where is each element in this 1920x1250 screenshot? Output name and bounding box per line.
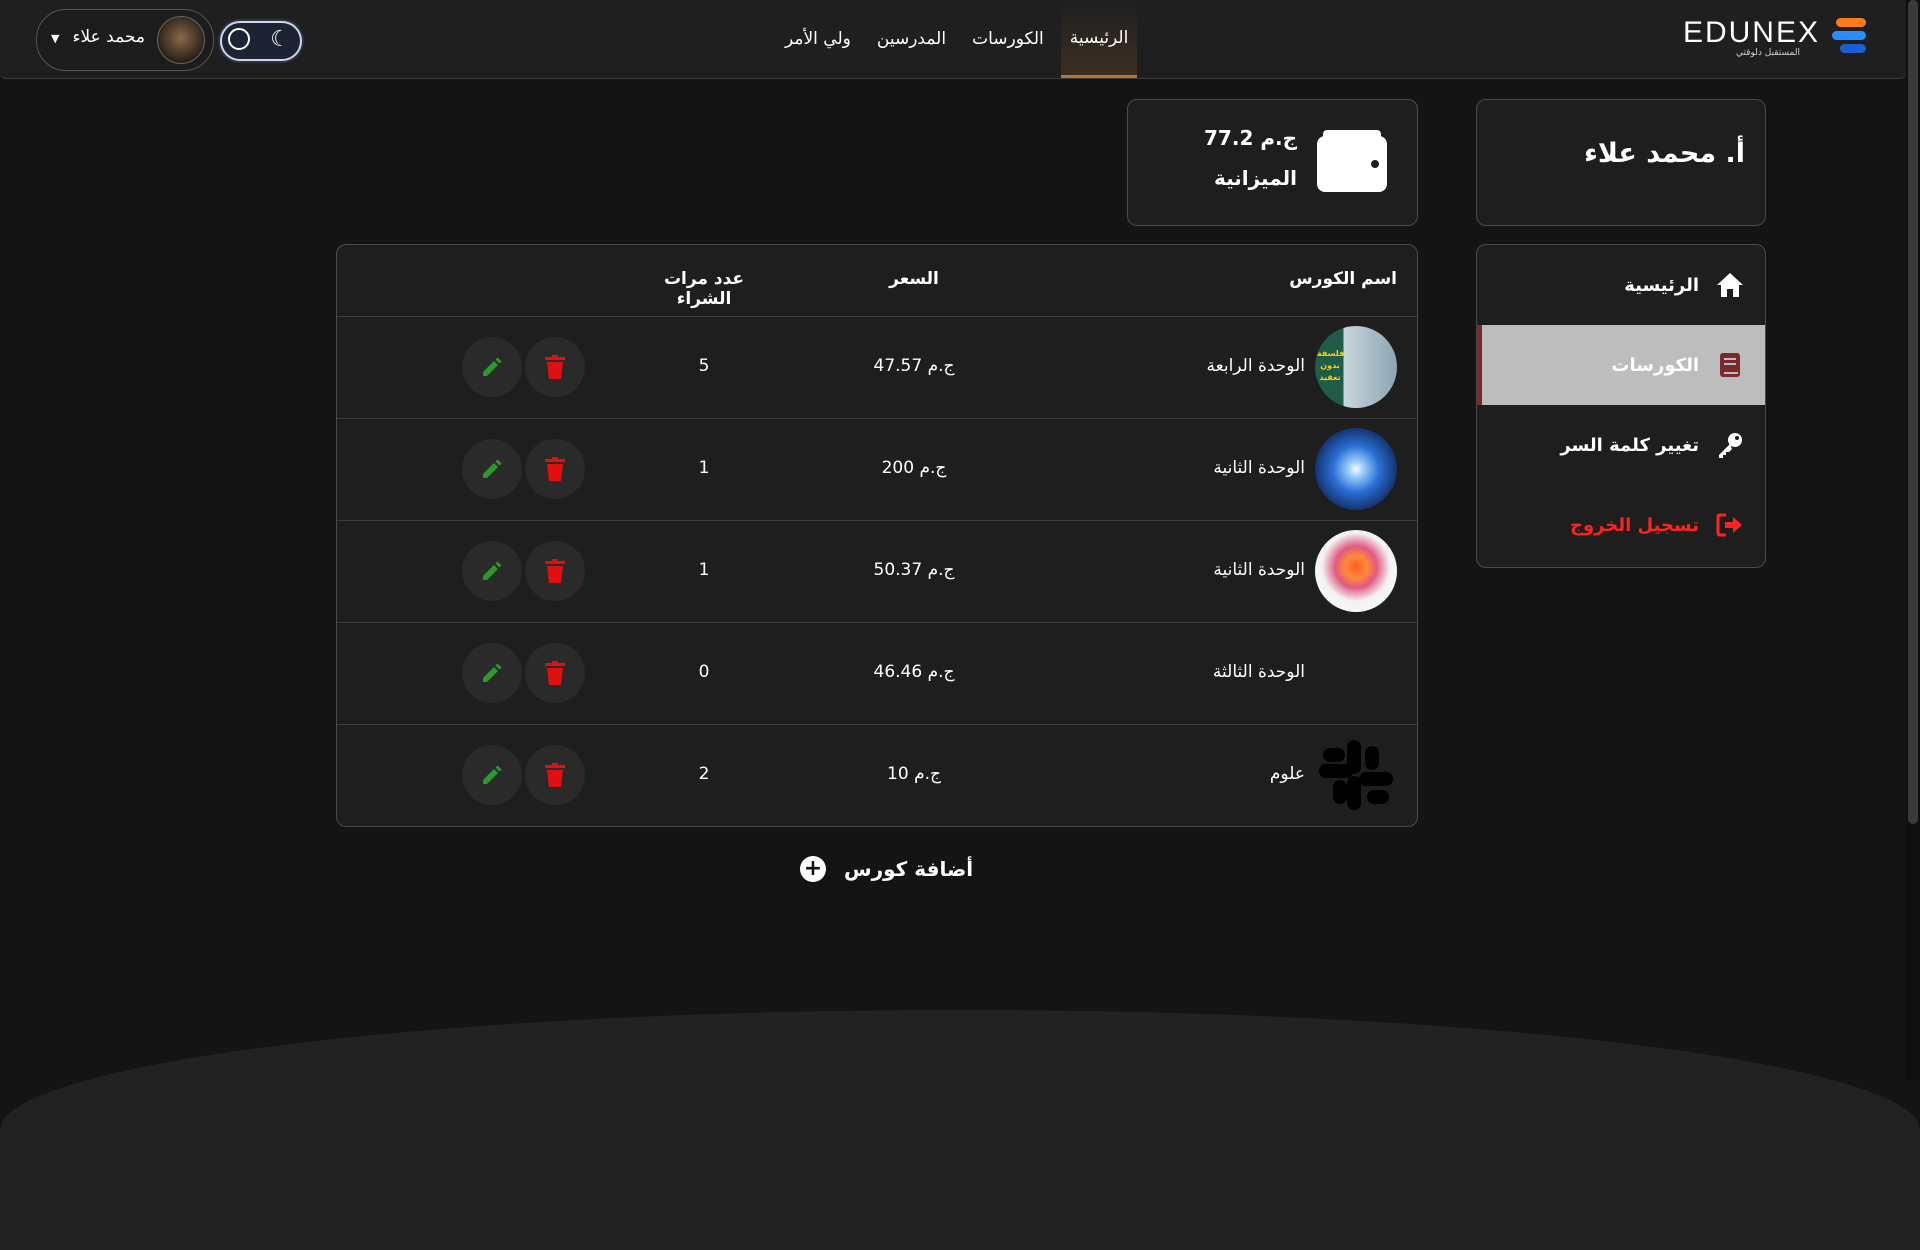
- table-header: اسم الكورس السعر عدد مرات الشراء: [337, 245, 1417, 317]
- table-row: علوم 10 ج.م 2: [337, 724, 1417, 826]
- course-thumbnail: [1315, 428, 1397, 510]
- purchase-count: 1: [698, 560, 710, 580]
- nav-home[interactable]: الرئيسية: [1060, 0, 1138, 78]
- table-row: الوحدة الثانية 200 ج.م 1: [337, 418, 1417, 521]
- trash-icon: [545, 763, 565, 787]
- course-name: الوحدة الرابعة: [1206, 356, 1305, 376]
- course-thumbnail: [1315, 530, 1397, 612]
- nav-teachers[interactable]: المدرسين: [868, 0, 955, 78]
- logo[interactable]: EDUNEX المستقبل دلوقتي: [1666, 14, 1866, 62]
- logo-wordmark: EDUNEX: [1682, 16, 1820, 49]
- menu-item-courses[interactable]: الكورسات: [1477, 325, 1765, 405]
- course-name: الوحدة الثانية: [1213, 560, 1305, 580]
- header-course-name: اسم الكورس: [1289, 269, 1397, 289]
- edit-button[interactable]: [462, 541, 522, 601]
- trash-icon: [545, 457, 565, 481]
- course-name: الوحدة الثانية: [1213, 458, 1305, 478]
- scrollbar-thumb[interactable]: [1908, 0, 1918, 824]
- user-name: محمد علاء: [72, 27, 145, 47]
- pencil-icon: [483, 459, 502, 478]
- profile-card: أ. محمد علاء: [1476, 99, 1766, 226]
- trash-icon: [545, 355, 565, 379]
- trash-icon: [545, 661, 565, 685]
- purchase-count: 0: [698, 662, 710, 682]
- edit-button[interactable]: [462, 643, 522, 703]
- menu-item-label: تسجيل الخروج: [1570, 514, 1699, 536]
- moon-icon: ☾: [270, 27, 290, 52]
- pencil-icon: [483, 663, 502, 682]
- logout-icon: [1715, 510, 1745, 540]
- user-menu[interactable]: محمد علاء ▼: [36, 9, 214, 71]
- pencil-icon: [483, 561, 502, 580]
- courses-table: اسم الكورس السعر عدد مرات الشراء فلسفة ب…: [336, 244, 1418, 827]
- pencil-icon: [483, 357, 502, 376]
- wallet-card: 77.2 ج.م الميزانية: [1127, 99, 1418, 226]
- add-course-label: أضافة كورس: [844, 857, 974, 881]
- pencil-icon: [483, 765, 502, 784]
- table-row: الوحدة الثالثة 46.46 ج.م 0: [337, 622, 1417, 725]
- plus-icon: +: [800, 856, 826, 882]
- main-nav: الرئيسية الكورسات المدرسين ولي الأمر: [772, 0, 1141, 78]
- logo-mark-icon: [1832, 18, 1866, 54]
- profile-name: أ. محمد علاء: [1584, 138, 1745, 169]
- theme-toggle[interactable]: ☾: [220, 21, 302, 61]
- wallet-amount: 77.2 ج.م: [1204, 126, 1297, 150]
- nav-parent[interactable]: ولي الأمر: [776, 0, 860, 78]
- book-icon: [1715, 350, 1745, 380]
- edit-button[interactable]: [462, 439, 522, 499]
- menu-item-label: الرئيسية: [1624, 274, 1699, 296]
- menu-item-label: تغيير كلمة السر: [1560, 434, 1699, 456]
- avatar: [157, 16, 205, 64]
- header-purchases: عدد مرات الشراء: [663, 269, 745, 309]
- course-price: 50.37 ج.م: [873, 560, 955, 580]
- wallet-icon: [1317, 130, 1387, 192]
- wallet-label: الميزانية: [1213, 166, 1297, 190]
- course-price: 47.57 ج.م: [873, 356, 955, 376]
- home-icon: [1715, 270, 1745, 300]
- trash-icon: [545, 559, 565, 583]
- toggle-knob: [228, 28, 250, 50]
- delete-button[interactable]: [525, 541, 585, 601]
- delete-button[interactable]: [525, 745, 585, 805]
- purchase-count: 2: [698, 764, 710, 784]
- menu-item-logout[interactable]: تسجيل الخروج: [1477, 485, 1765, 565]
- key-icon: [1715, 430, 1745, 460]
- course-thumbnail: فلسفة بدون تعقيد: [1315, 326, 1397, 408]
- thumbnail-caption: فلسفة بدون تعقيد: [1317, 349, 1345, 382]
- slack-logo-icon: [1315, 734, 1397, 816]
- footer-wave: [0, 1010, 1920, 1250]
- course-price: 10 ج.م: [887, 764, 941, 784]
- course-price: 46.46 ج.م: [873, 662, 955, 682]
- page-scrollbar[interactable]: [1906, 0, 1920, 1080]
- add-course-button[interactable]: أضافة كورس +: [800, 852, 973, 886]
- caret-down-icon: ▼: [51, 32, 60, 45]
- delete-button[interactable]: [525, 439, 585, 499]
- purchase-count: 1: [698, 458, 710, 478]
- course-name: علوم: [1269, 764, 1305, 784]
- menu-item-home[interactable]: الرئيسية: [1477, 245, 1765, 325]
- top-navbar: EDUNEX المستقبل دلوقتي الرئيسية الكورسات…: [0, 0, 1906, 79]
- delete-button[interactable]: [525, 337, 585, 397]
- menu-item-change-password[interactable]: تغيير كلمة السر: [1477, 405, 1765, 485]
- table-row: فلسفة بدون تعقيد الوحدة الرابعة 47.57 ج.…: [337, 316, 1417, 419]
- course-price: 200 ج.م: [881, 458, 947, 478]
- nav-courses[interactable]: الكورسات: [963, 0, 1053, 78]
- delete-button[interactable]: [525, 643, 585, 703]
- header-price: السعر: [889, 269, 939, 289]
- side-menu: الرئيسية الكورسات تغيير كلمة السر تسجيل …: [1476, 244, 1766, 568]
- logo-tagline: المستقبل دلوقتي: [1735, 48, 1800, 58]
- menu-item-label: الكورسات: [1611, 354, 1699, 376]
- purchase-count: 5: [698, 356, 710, 376]
- edit-button[interactable]: [462, 745, 522, 805]
- course-name: الوحدة الثالثة: [1212, 662, 1305, 682]
- table-row: الوحدة الثانية 50.37 ج.م 1: [337, 520, 1417, 623]
- edit-button[interactable]: [462, 337, 522, 397]
